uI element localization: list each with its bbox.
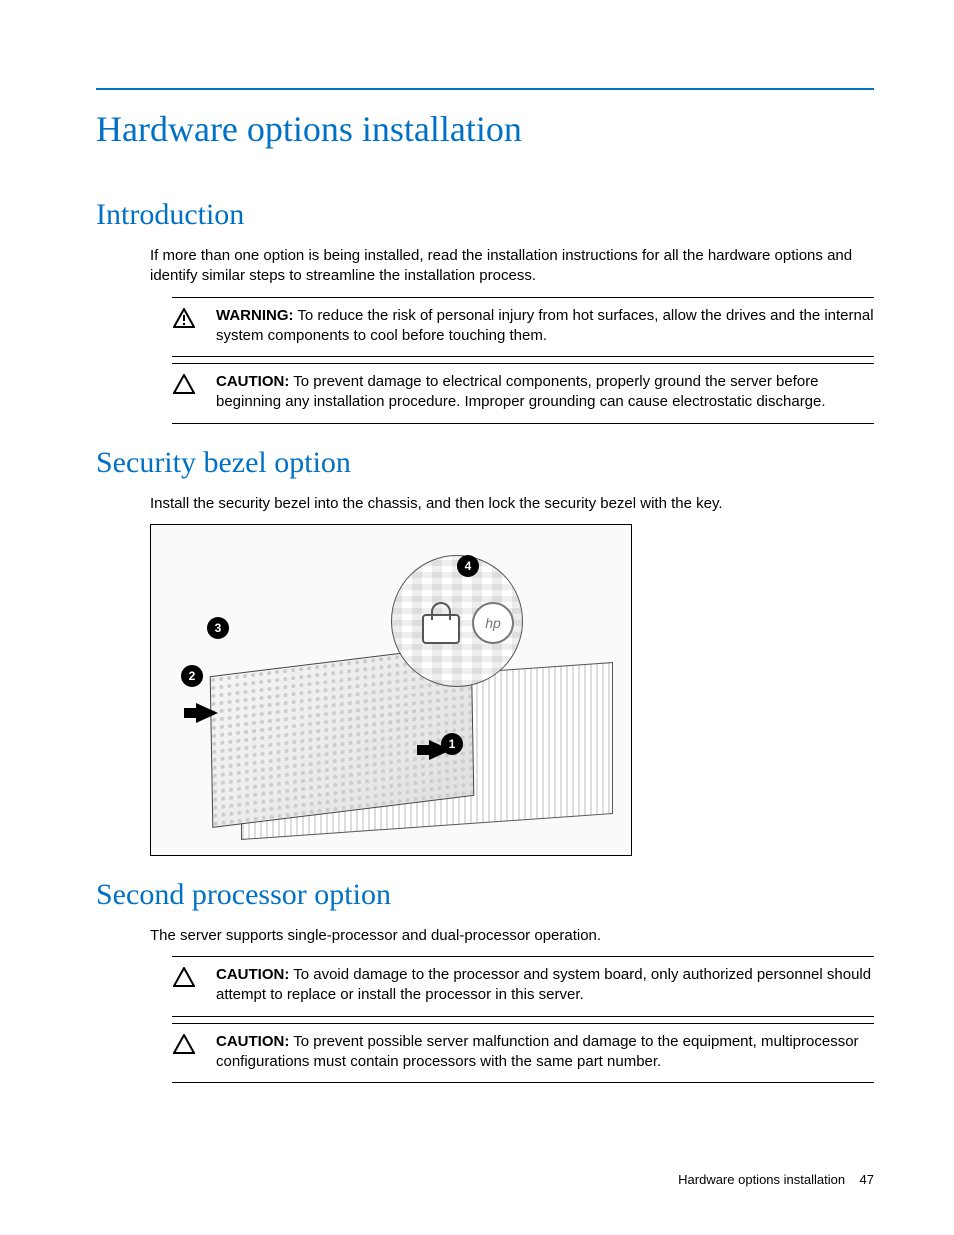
warning-text: WARNING: To reduce the risk of personal … bbox=[216, 306, 874, 347]
heading-bezel: Security bezel option bbox=[96, 446, 874, 480]
caution-icon bbox=[172, 1032, 196, 1054]
bezel-figure: hp 1 2 3 4 bbox=[150, 524, 632, 856]
caution-label: CAUTION: bbox=[216, 373, 289, 390]
arrow-icon bbox=[196, 703, 218, 723]
footer-section: Hardware options installation bbox=[678, 1172, 845, 1187]
processor-body: The server supports single-processor and… bbox=[150, 926, 874, 946]
page-footer: Hardware options installation 47 bbox=[678, 1172, 874, 1187]
caution-body: To prevent damage to electrical componen… bbox=[216, 373, 826, 410]
lock-icon bbox=[422, 614, 460, 644]
intro-body: If more than one option is being install… bbox=[150, 246, 874, 287]
page-title: Hardware options installation bbox=[96, 108, 874, 150]
figure-callout-3: 3 bbox=[207, 617, 229, 639]
caution-icon bbox=[172, 372, 196, 394]
figure-callout-1: 1 bbox=[441, 733, 463, 755]
warning-icon bbox=[172, 306, 196, 328]
top-rule bbox=[96, 88, 874, 90]
heading-introduction: Introduction bbox=[96, 198, 874, 232]
hp-logo-icon: hp bbox=[472, 602, 514, 644]
caution-body: To avoid damage to the processor and sys… bbox=[216, 966, 871, 1003]
figure-callout-2: 2 bbox=[181, 665, 203, 687]
caution-label: CAUTION: bbox=[216, 1033, 289, 1050]
warning-label: WARNING: bbox=[216, 307, 294, 324]
caution-text: CAUTION: To avoid damage to the processo… bbox=[216, 965, 874, 1006]
warning-body: To reduce the risk of personal injury fr… bbox=[216, 307, 874, 344]
caution-icon bbox=[172, 965, 196, 987]
caution-text: CAUTION: To prevent damage to electrical… bbox=[216, 372, 874, 413]
caution-body: To prevent possible server malfunction a… bbox=[216, 1033, 859, 1070]
figure-callout-4: 4 bbox=[457, 555, 479, 577]
document-page: Hardware options installation Introducti… bbox=[0, 0, 954, 1235]
footer-page-number: 47 bbox=[860, 1172, 874, 1187]
caution-notice: CAUTION: To avoid damage to the processo… bbox=[172, 956, 874, 1017]
caution-text: CAUTION: To prevent possible server malf… bbox=[216, 1032, 874, 1073]
lock-detail-circle: hp bbox=[391, 555, 523, 687]
caution-label: CAUTION: bbox=[216, 966, 289, 983]
bezel-body: Install the security bezel into the chas… bbox=[150, 494, 874, 514]
caution-notice: CAUTION: To prevent damage to electrical… bbox=[172, 363, 874, 424]
caution-notice: CAUTION: To prevent possible server malf… bbox=[172, 1023, 874, 1084]
heading-processor: Second processor option bbox=[96, 878, 874, 912]
warning-notice: WARNING: To reduce the risk of personal … bbox=[172, 297, 874, 358]
